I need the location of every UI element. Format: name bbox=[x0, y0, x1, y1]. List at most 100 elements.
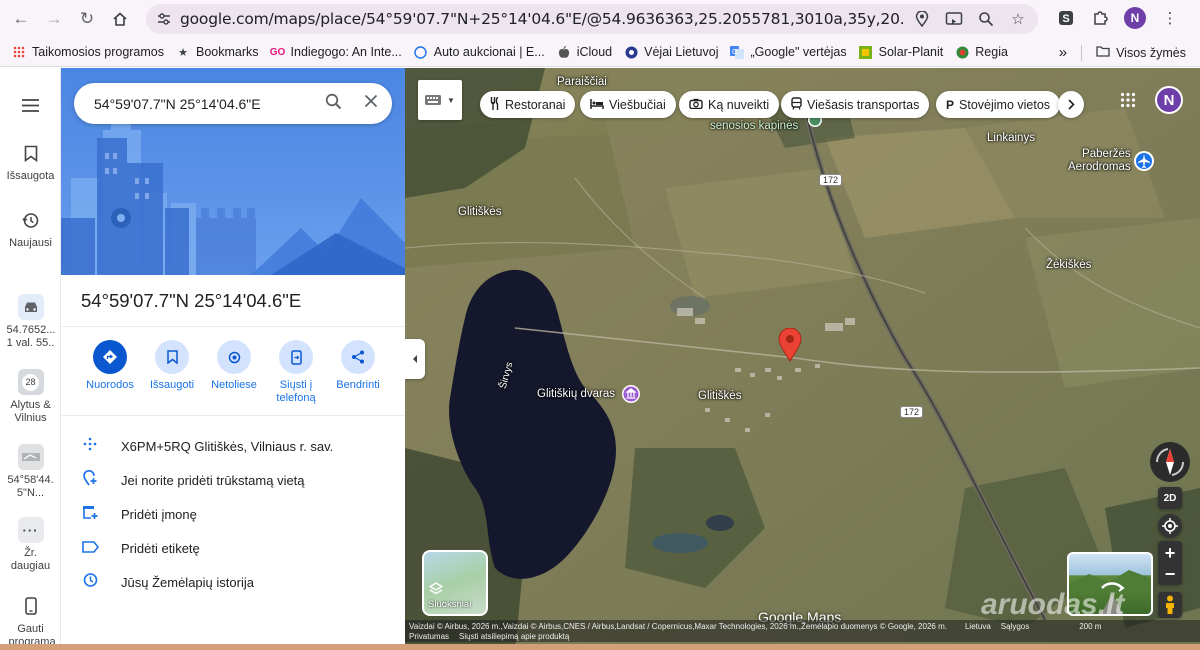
map-label-glitiskiu-dvaras: Glitiškių dvaras bbox=[537, 388, 615, 400]
bookmark-icon bbox=[155, 340, 189, 374]
2d-toggle-button[interactable]: 2D bbox=[1158, 487, 1182, 509]
history-icon bbox=[18, 207, 44, 233]
rail-see-more[interactable]: ··· Žr. daugiau bbox=[0, 517, 61, 573]
keyboard-icon bbox=[425, 95, 442, 105]
place-title: 54°59'07.7"N 25°14'04.6"E bbox=[81, 290, 302, 311]
rail-recent-route-1[interactable]: 54.7652... 1 val. 55.. bbox=[0, 294, 61, 350]
car-icon bbox=[17, 294, 44, 320]
maps-left-rail: Išsaugota Naujausi 54.7652... 1 val. 55.… bbox=[0, 68, 61, 650]
map-type-toggle[interactable]: ▼ bbox=[418, 80, 462, 120]
zoom-in-button[interactable]: + bbox=[1165, 544, 1176, 562]
plus-code-row[interactable]: X6PM+5RQ Glitiškės, Vilniaus r. sav. bbox=[79, 435, 399, 457]
chip-public-transport[interactable]: Viešasis transportas bbox=[781, 91, 930, 118]
extensions-puzzle-icon[interactable] bbox=[1090, 8, 1110, 28]
site-settings-icon[interactable] bbox=[156, 11, 172, 30]
bookmark-auto-aukcionai[interactable]: Auto aukcionai | E... bbox=[414, 45, 545, 59]
address-bar[interactable]: google.com/maps/place/54°59'07.7"N+25°14… bbox=[146, 4, 1038, 34]
compass-button[interactable] bbox=[1150, 442, 1190, 482]
send-to-phone-button[interactable]: Siųsti į telefoną bbox=[265, 340, 327, 405]
action-label: Bendrinti bbox=[336, 379, 380, 391]
chips-scroll-right-button[interactable] bbox=[1058, 91, 1084, 118]
search-icon[interactable] bbox=[325, 93, 342, 115]
add-business-row[interactable]: Pridėti įmonę bbox=[79, 503, 399, 525]
zoom-out-button[interactable]: − bbox=[1165, 565, 1176, 583]
chevron-down-icon: ▼ bbox=[447, 95, 455, 105]
collapse-panel-button[interactable] bbox=[405, 339, 425, 379]
reload-icon[interactable]: ↻ bbox=[75, 7, 99, 31]
camera-icon bbox=[689, 98, 703, 112]
apps-grid-icon bbox=[12, 45, 26, 59]
privacy-link[interactable]: Privatumas bbox=[409, 632, 449, 642]
forward-icon[interactable]: → bbox=[42, 7, 66, 31]
star-icon[interactable]: ☆ bbox=[1008, 9, 1028, 29]
nearby-button[interactable]: Netoliese bbox=[203, 340, 265, 405]
solar-icon bbox=[859, 45, 873, 59]
bookmark-icloud[interactable]: iCloud bbox=[557, 45, 612, 59]
bookmark-regia[interactable]: Regia bbox=[955, 45, 1008, 59]
satellite-map[interactable]: Paraiščiai senosios kapinės Linkainys Pa… bbox=[405, 68, 1200, 650]
map-thumb-icon bbox=[17, 444, 44, 470]
chip-restaurants[interactable]: Restoranai bbox=[480, 91, 576, 118]
back-icon[interactable]: ← bbox=[9, 7, 33, 31]
home-icon[interactable] bbox=[108, 7, 132, 31]
bookmark-indiegogo[interactable]: GO Indiegogo: An Inte... bbox=[270, 45, 402, 59]
add-business-icon bbox=[79, 505, 101, 524]
profile-avatar[interactable]: N bbox=[1124, 7, 1146, 29]
zoom-icon[interactable] bbox=[976, 9, 996, 29]
chip-parking[interactable]: P Stovėjimo vietos bbox=[936, 91, 1061, 118]
url-text[interactable]: google.com/maps/place/54°59'07.7"N+25°14… bbox=[180, 10, 905, 28]
bookmark-google-translate[interactable]: G „Google" vertėjas bbox=[730, 45, 847, 59]
bookmark-vejai[interactable]: Vėjai Lietuvoj bbox=[624, 45, 718, 59]
search-box[interactable]: 54°59'07.7"N 25°14'04.6"E bbox=[74, 83, 392, 124]
street-view-pegman[interactable] bbox=[1158, 592, 1182, 618]
rail-recent[interactable]: Naujausi bbox=[0, 207, 61, 250]
chevron-left-icon bbox=[413, 355, 417, 363]
bookmark-apps[interactable]: Taikomosios programos bbox=[12, 45, 164, 59]
bookmark-bookmarks[interactable]: ★ Bookmarks bbox=[176, 45, 258, 59]
landmark-pin-icon[interactable] bbox=[621, 384, 641, 407]
save-button[interactable]: Išsaugoti bbox=[141, 340, 203, 405]
share-button[interactable]: Bendrinti bbox=[327, 340, 389, 405]
attribution-text: Vaizdai © Airbus, 2026 m.,Vaizdai © Airb… bbox=[409, 622, 947, 631]
rail-recent-place[interactable]: 54°58'44. 5"N... bbox=[0, 444, 61, 500]
plus-code-text: X6PM+5RQ Glitiškės, Vilniaus r. sav. bbox=[121, 438, 334, 454]
compass-icon bbox=[1156, 448, 1184, 476]
rail-saved[interactable]: Išsaugota bbox=[0, 140, 61, 183]
close-icon[interactable] bbox=[364, 93, 378, 115]
chip-hotels[interactable]: Viešbučiai bbox=[580, 91, 676, 118]
bookmark-solar-planit[interactable]: Solar-Planit bbox=[859, 45, 943, 59]
share-icon bbox=[341, 340, 375, 374]
bookmarks-bar: Taikomosios programos ★ Bookmarks GO Ind… bbox=[0, 38, 1200, 67]
add-place-icon bbox=[79, 470, 101, 490]
account-avatar[interactable]: N bbox=[1155, 86, 1183, 114]
location-pin-icon[interactable] bbox=[778, 327, 802, 365]
extension-s-icon[interactable]: S bbox=[1056, 8, 1076, 28]
map-label-paraisciai: Paraiščiai bbox=[557, 76, 607, 88]
chip-label: Restoranai bbox=[505, 97, 566, 112]
cast-icon[interactable] bbox=[944, 9, 964, 29]
country-text[interactable]: Lietuva bbox=[965, 622, 991, 632]
add-label-row[interactable]: Pridėti etiketę bbox=[79, 537, 399, 559]
all-bookmarks-button[interactable]: Visos žymės bbox=[1096, 45, 1186, 60]
browser-menu-icon[interactable]: ⋮ bbox=[1160, 8, 1180, 28]
menu-button[interactable] bbox=[0, 92, 61, 122]
location-icon[interactable] bbox=[912, 9, 932, 29]
layers-label: Sluoksniai bbox=[428, 599, 472, 610]
maps-history-row[interactable]: Jūsų Žemėlapių istorija bbox=[79, 571, 399, 593]
my-location-button[interactable] bbox=[1158, 514, 1182, 538]
layers-button[interactable]: Sluoksniai bbox=[422, 550, 488, 616]
more-bookmarks-button[interactable]: » bbox=[1059, 44, 1067, 61]
google-apps-icon[interactable] bbox=[1120, 92, 1136, 111]
terms-link[interactable]: Sąlygos bbox=[1001, 622, 1029, 632]
search-input[interactable]: 54°59'07.7"N 25°14'04.6"E bbox=[94, 96, 304, 112]
rail-recent-route-2[interactable]: 28 Alytus & Vilnius bbox=[0, 369, 61, 425]
feedback-link[interactable]: Siųsti atsiliepimą apie produktą bbox=[459, 632, 569, 642]
route-thumb-icon: 28 bbox=[17, 369, 44, 395]
directions-button[interactable]: Nuorodos bbox=[79, 340, 141, 405]
rail-get-app[interactable]: Gauti programą bbox=[0, 593, 61, 649]
chip-things-to-do[interactable]: Ką nuveikti bbox=[679, 91, 780, 118]
my-location-icon bbox=[1162, 518, 1178, 534]
star-icon: ★ bbox=[178, 46, 188, 59]
add-missing-place-row[interactable]: Jei norite pridėti trūkstamą vietą bbox=[79, 469, 399, 491]
airport-icon[interactable] bbox=[1133, 150, 1155, 175]
